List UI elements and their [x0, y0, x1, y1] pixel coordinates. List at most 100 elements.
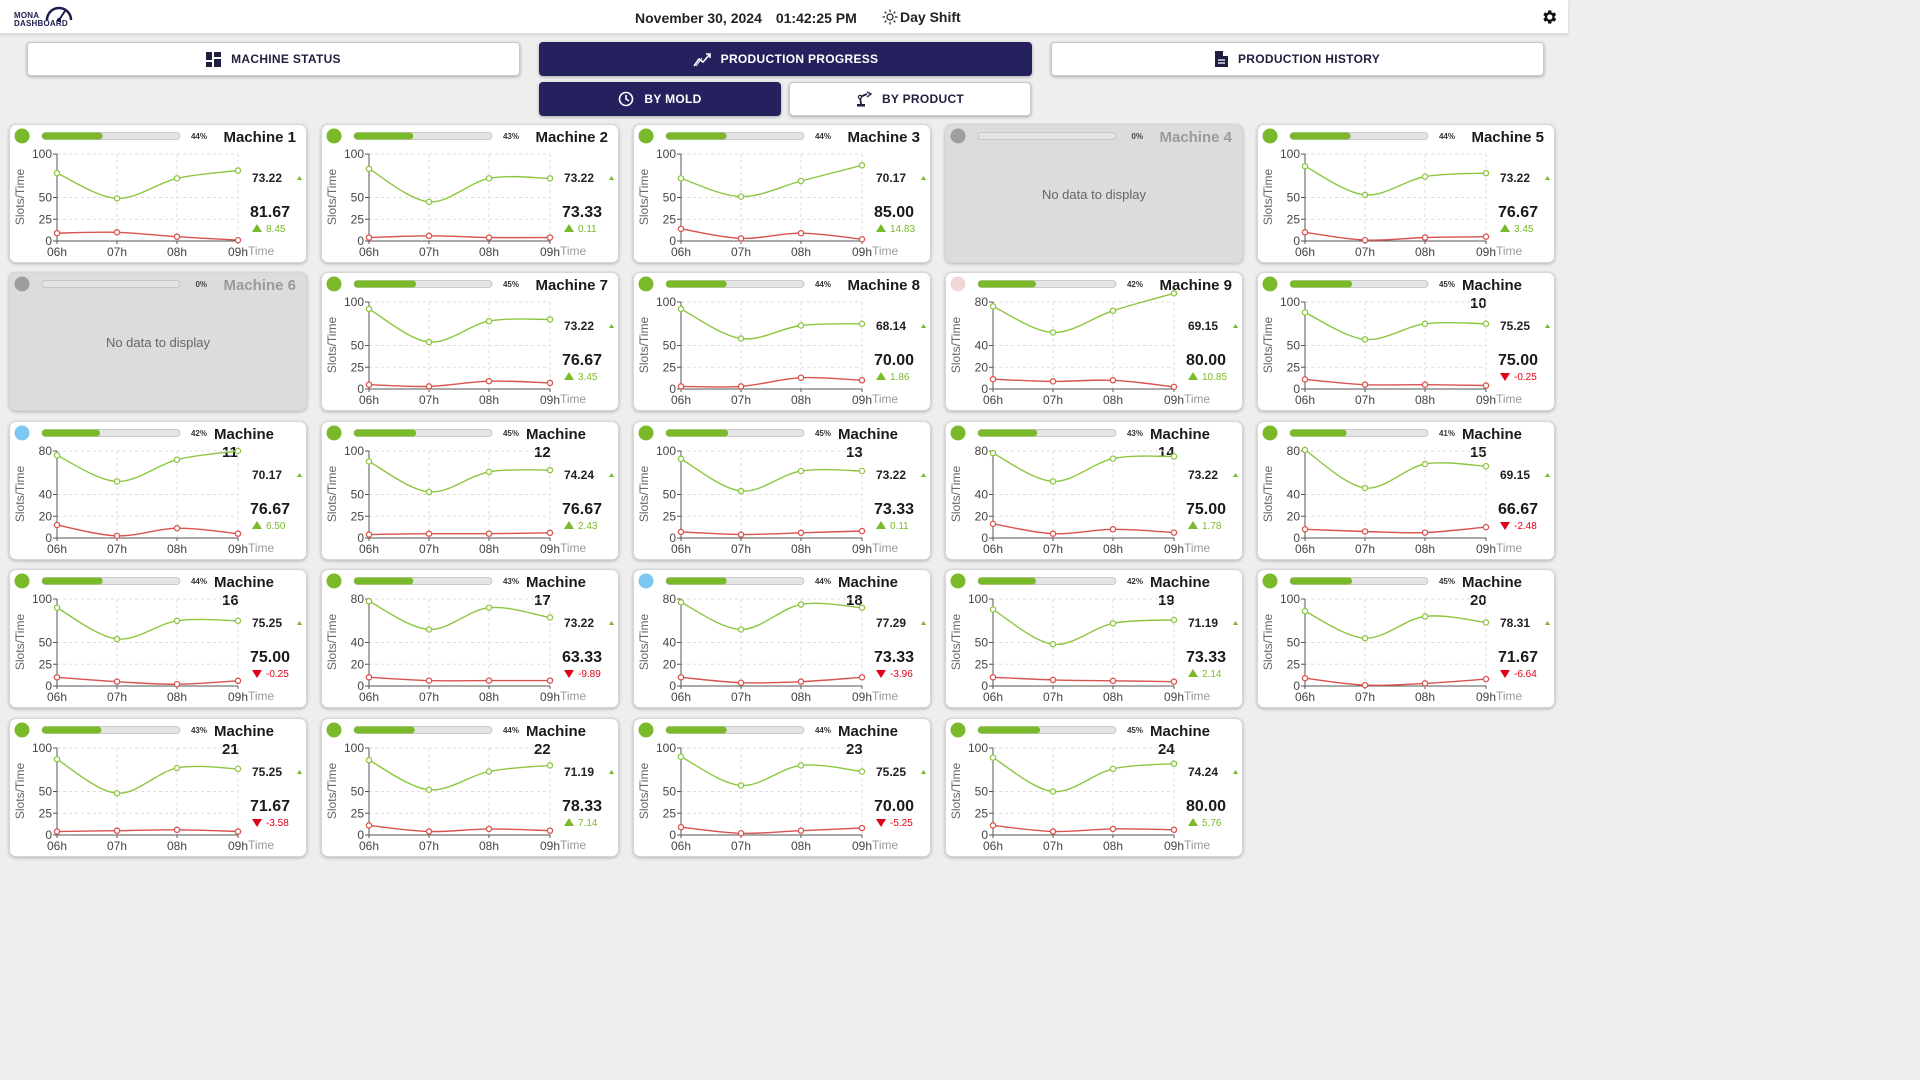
series-line — [368, 600, 551, 631]
data-point — [485, 377, 493, 385]
machine-card[interactable]: 43% Machine 17 Slots/Time 0 20 40 80 06h 07h 08h 09… — [321, 569, 619, 708]
machine-card[interactable]: 45% Machine 24 Slots/Time 0 25 50 100 06h 07h 08h 0… — [945, 718, 1243, 857]
machine-card[interactable]: 44% Machine 8 Slots/Time 0 25 50 100 06h 07h 08h 0… — [633, 272, 931, 411]
y-tick-label: 100 — [656, 741, 676, 755]
delta-value: 2.14 — [1202, 669, 1222, 680]
current-value: 78.33 — [562, 798, 602, 815]
data-point — [677, 674, 685, 681]
machine-title: Machine 4 — [1159, 129, 1232, 146]
data-point — [485, 317, 493, 325]
machine-card[interactable]: 43% Machine 21 Slots/Time 0 25 50 100 06h 07h 08h 0… — [9, 718, 307, 857]
machine-card[interactable]: 44% Machine 22 Slots/Time 0 25 50 100 06h 07h 08h 0… — [321, 718, 619, 857]
x-axis-label: Time — [248, 541, 275, 555]
x-tick-label: 06h — [359, 393, 379, 407]
reference-value: 71.19 — [564, 765, 594, 779]
machine-number: 19 — [1158, 592, 1175, 609]
progress-fill — [1290, 132, 1351, 140]
machine-title: Machine 3 — [847, 129, 920, 146]
status-indicator — [1262, 128, 1278, 144]
machine-card[interactable]: 45% Machine 13 Slots/Time 0 25 50 100 06h 07h 08h 0… — [633, 421, 931, 560]
data-point — [858, 377, 866, 384]
x-tick-label: 08h — [791, 690, 811, 704]
machine-card[interactable]: 42% Machine 11 Slots/Time 0 20 40 80 06h 07h 08h 09… — [9, 421, 307, 560]
machine-card[interactable]: 42% Machine 9 Slots/Time 0 20 40 80 06h 07h 08h 09… — [945, 272, 1243, 411]
x-tick-label: 09h — [1476, 245, 1496, 259]
data-point — [53, 828, 61, 835]
status-indicator — [1262, 425, 1278, 441]
data-point — [677, 455, 685, 463]
machine-card[interactable]: 45% Machine 7 Slots/Time 0 25 50 100 06h 07h 08h 0… — [321, 272, 619, 411]
current-value: 71.67 — [1498, 649, 1538, 666]
series-line — [680, 228, 863, 240]
current-value: 76.67 — [1498, 204, 1538, 221]
data-point — [425, 786, 433, 794]
status-indicator — [638, 425, 654, 441]
x-tick-label: 09h — [852, 839, 872, 853]
machine-title: Machine — [1462, 426, 1522, 443]
machine-status-button[interactable]: MACHINE STATUS — [27, 42, 520, 76]
machine-card[interactable]: 44% Machine 23 Slots/Time 0 25 50 100 06h 07h 08h 0… — [633, 718, 931, 857]
production-history-button[interactable]: PRODUCTION HISTORY — [1051, 42, 1544, 76]
x-tick-label: 06h — [359, 245, 379, 259]
data-point — [737, 487, 745, 495]
machine-card[interactable]: 41% Machine 15 Slots/Time 0 20 40 80 06h 07h 08h 09… — [1257, 421, 1555, 560]
progress-percent: 42% — [1127, 280, 1143, 289]
machine-card[interactable]: 44% Machine 5 Slots/Time 0 25 50 100 06h 07h 08h 0… — [1257, 124, 1555, 263]
machine-card[interactable]: 43% Machine 2 Slots/Time 0 25 50 100 06h 07h 08h 0… — [321, 124, 619, 263]
y-tick-label: 80 — [663, 592, 677, 606]
machine-card[interactable]: 44% Machine 18 Slots/Time 0 20 40 80 06h 07h 08h 09… — [633, 569, 931, 708]
series-line — [368, 308, 551, 343]
y-tick-label: 80 — [1287, 444, 1301, 458]
data-point — [1170, 760, 1178, 767]
data-point — [677, 383, 685, 390]
gear-icon[interactable] — [1540, 8, 1558, 26]
y-tick-label: 40 — [1287, 488, 1301, 502]
delta-value: -6.64 — [1514, 669, 1537, 680]
progress-percent: 42% — [191, 429, 207, 438]
y-tick-label: 50 — [975, 785, 989, 799]
machine-card[interactable]: 0% Machine 6 No data to display — [9, 272, 307, 411]
y-tick-label: 50 — [663, 339, 677, 353]
by-mold-button[interactable]: BY MOLD — [539, 82, 781, 116]
no-data-message: No data to display — [1041, 187, 1147, 202]
by-product-button[interactable]: BY PRODUCT — [789, 82, 1031, 116]
machine-card[interactable]: 42% Machine 19 Slots/Time 0 25 50 100 06h 07h 08h 0… — [945, 569, 1243, 708]
progress-percent: 43% — [503, 132, 519, 141]
progress-fill — [354, 280, 417, 288]
x-tick-label: 09h — [1476, 690, 1496, 704]
x-tick-label: 08h — [479, 690, 499, 704]
status-indicator — [638, 276, 654, 292]
machine-card[interactable]: 45% Machine 20 Slots/Time 0 25 50 100 06h 07h 08h 0… — [1257, 569, 1555, 708]
data-point — [234, 765, 242, 773]
y-tick-label: 50 — [39, 785, 53, 799]
production-progress-button[interactable]: PRODUCTION PROGRESS — [539, 42, 1032, 76]
machine-card[interactable]: 0% Machine 4 No data to display — [945, 124, 1243, 263]
logo-line2: DASHBOARD — [14, 19, 68, 28]
machine-card[interactable]: 45% Machine 12 Slots/Time 0 25 50 100 06h 07h 08h 0… — [321, 421, 619, 560]
series-line — [56, 231, 239, 241]
series-line — [1304, 677, 1487, 687]
data-point — [425, 383, 433, 390]
machine-card[interactable]: 44% Machine 16 Slots/Time 0 25 50 100 06h 07h 08h 0… — [9, 569, 307, 708]
delta-value: 7.14 — [578, 818, 598, 829]
y-axis-label: Slots/Time — [325, 763, 339, 820]
machine-card[interactable]: 44% Machine 3 Slots/Time 0 25 50 100 06h 07h 08h 0… — [633, 124, 931, 263]
ref-up-icon — [1233, 621, 1238, 625]
y-axis-label: Slots/Time — [13, 466, 27, 523]
delta-value: 0.11 — [890, 521, 909, 532]
machine-title: Machine 9 — [1159, 277, 1232, 294]
machine-card[interactable]: 43% Machine 14 Slots/Time 0 20 40 80 06h 07h 08h 09… — [945, 421, 1243, 560]
data-point — [858, 527, 866, 535]
data-point — [1482, 675, 1490, 683]
x-axis-label: Time — [872, 244, 899, 258]
data-point — [858, 467, 866, 475]
y-axis-label: Slots/Time — [325, 169, 339, 226]
machine-card[interactable]: 45% Machine 10 Slots/Time 0 25 50 100 06h 07h 08h 0… — [1257, 272, 1555, 411]
y-tick-label: 25 — [39, 212, 53, 226]
series-line — [368, 532, 551, 536]
y-axis-label: Slots/Time — [13, 763, 27, 820]
machine-card[interactable]: 44% Machine 1 Slots/Time 0 25 50 100 06h 07h 08h 0… — [9, 124, 307, 263]
x-tick-label: 08h — [791, 542, 811, 556]
data-point — [858, 320, 866, 328]
data-point — [365, 165, 373, 173]
